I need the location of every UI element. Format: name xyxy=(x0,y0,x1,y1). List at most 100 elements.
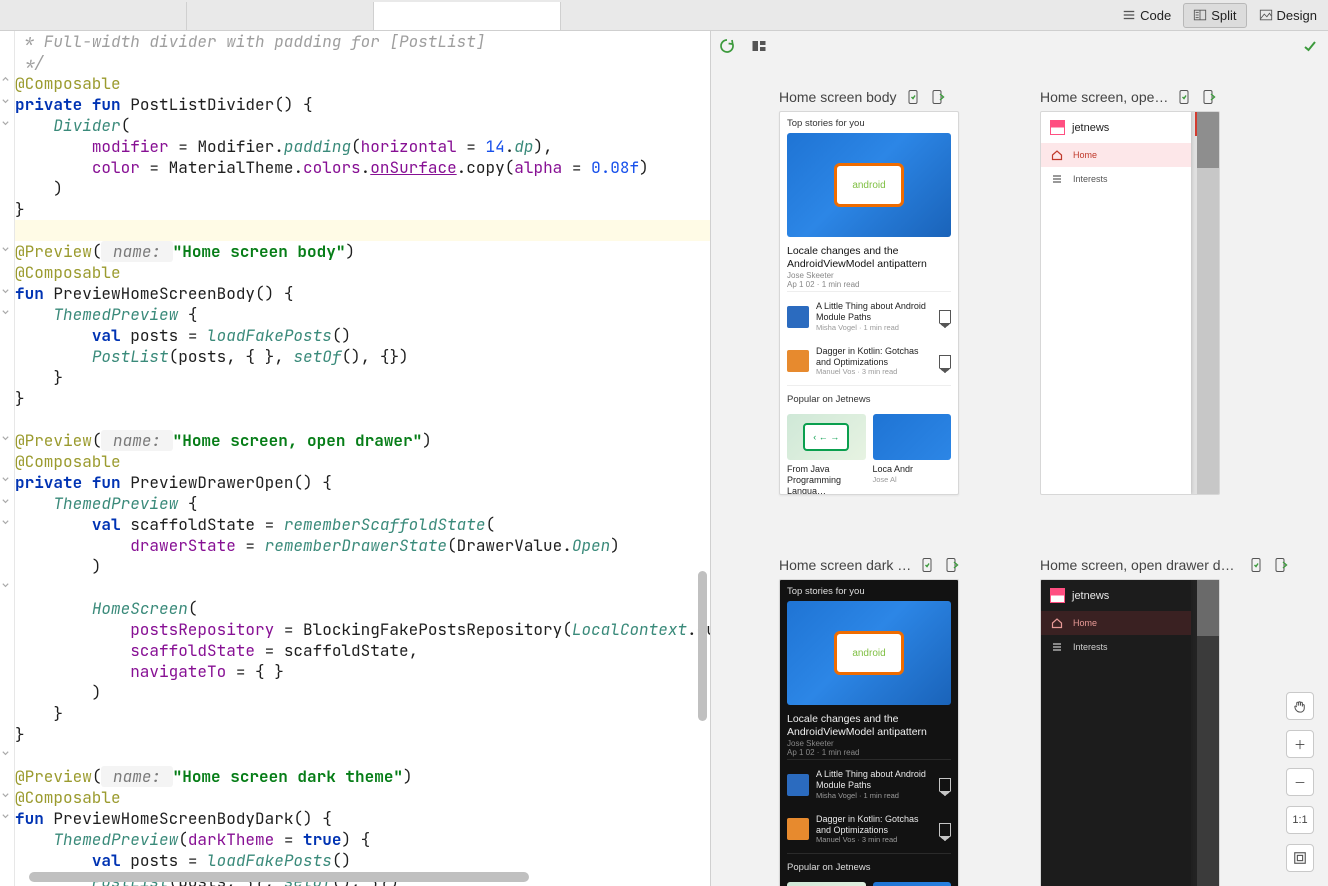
compose-preview-pane: Home screen body Top stories for you and… xyxy=(711,31,1328,886)
current-line-highlight xyxy=(15,220,710,241)
bookmark-icon xyxy=(939,310,951,323)
drawer-item-interests: Interests xyxy=(1041,635,1191,659)
nav-drawer: jetnews Home Interests xyxy=(1041,112,1191,494)
preview-device[interactable]: jetnews Home Interests xyxy=(1040,579,1220,886)
zoom-out-button[interactable]: － xyxy=(1286,768,1314,796)
fold-icon[interactable] xyxy=(1,115,10,124)
interactive-icon[interactable] xyxy=(1200,89,1216,105)
preview-title: Home screen, ope… xyxy=(1040,89,1168,105)
gutter xyxy=(0,31,15,886)
hero-image: android xyxy=(787,133,951,237)
preview-home-screen-body: Home screen body Top stories for you and… xyxy=(779,89,992,495)
status-ok-icon[interactable] xyxy=(1302,38,1318,57)
interactive-icon[interactable] xyxy=(943,557,959,573)
zoom-reset-button[interactable]: 1:1 xyxy=(1286,806,1314,834)
fold-icon[interactable] xyxy=(1,787,10,796)
interactive-icon[interactable] xyxy=(929,89,945,105)
drawer-item-home: Home xyxy=(1041,611,1191,635)
section-header: Popular on Jetnews xyxy=(780,856,958,877)
scroll-track xyxy=(1197,580,1219,886)
fold-icon[interactable] xyxy=(1,808,10,817)
preview-device[interactable]: Top stories for you android Locale chang… xyxy=(779,111,959,495)
image-icon xyxy=(1259,8,1273,22)
preview-title: Home screen body xyxy=(779,89,897,105)
preview-title: Home screen, open drawer dar… xyxy=(1040,557,1240,573)
drawer-item-interests: Interests xyxy=(1041,167,1191,191)
fold-icon[interactable] xyxy=(1,577,10,586)
preview-device[interactable]: Top stories for you android Locale chang… xyxy=(779,579,959,886)
app-name: jetnews xyxy=(1072,590,1109,602)
list-item: Dagger in Kotlin: Gotchas and Optimizati… xyxy=(780,807,958,852)
deploy-icon[interactable] xyxy=(919,557,935,573)
fold-icon[interactable] xyxy=(1,71,10,80)
fold-icon[interactable] xyxy=(1,304,10,313)
android-word: android xyxy=(834,163,904,207)
app-logo-icon xyxy=(1050,588,1065,603)
deploy-icon[interactable] xyxy=(1248,557,1264,573)
view-mode-label: Design xyxy=(1277,8,1317,23)
preview-title: Home screen dark … xyxy=(779,557,911,573)
fold-icon[interactable] xyxy=(1,471,10,480)
view-mode-code[interactable]: Code xyxy=(1112,3,1181,28)
popular-card xyxy=(873,882,952,886)
tab-slot[interactable] xyxy=(187,2,374,30)
drawer-item-home: Home xyxy=(1041,143,1191,167)
bookmark-icon xyxy=(939,355,951,368)
hero-image: android xyxy=(787,601,951,705)
list-icon xyxy=(1051,173,1063,185)
popular-card: ‹ ← → xyxy=(787,882,866,886)
fold-icon[interactable] xyxy=(1,430,10,439)
list-item: A Little Thing about Android Module Path… xyxy=(780,294,958,339)
view-mode-split[interactable]: Split xyxy=(1183,3,1246,28)
editor-tab-bar: Code Split Design xyxy=(0,0,1328,31)
popular-card: Loca AndrJose Al xyxy=(873,414,952,495)
app-logo-icon xyxy=(1050,120,1065,135)
preview-home-screen-dark: Home screen dark … Top stories for you a… xyxy=(779,557,992,886)
surface-layout-icon[interactable] xyxy=(751,38,767,54)
deploy-icon[interactable] xyxy=(1176,89,1192,105)
split-icon xyxy=(1193,8,1207,22)
view-mode-label: Split xyxy=(1211,8,1236,23)
code-editor-pane: 4 * Full-width divider with padding for … xyxy=(0,31,711,886)
tab-slot[interactable] xyxy=(0,2,187,30)
fold-icon[interactable] xyxy=(1,493,10,502)
list-item: Dagger in Kotlin: Gotchas and Optimizati… xyxy=(780,339,958,384)
vertical-scrollbar[interactable] xyxy=(698,571,707,721)
view-mode-label: Code xyxy=(1140,8,1171,23)
preview-zoom-controls: ＋ － 1:1 xyxy=(1286,692,1314,872)
android-word: android xyxy=(834,631,904,675)
pan-button[interactable] xyxy=(1286,692,1314,720)
fold-icon[interactable] xyxy=(1,283,10,292)
popular-card: ‹ ← →From Java Programming Langua…Pablin… xyxy=(787,414,866,495)
list-icon xyxy=(1122,8,1136,22)
horizontal-scrollbar[interactable] xyxy=(29,872,704,882)
fold-icon[interactable] xyxy=(1,745,10,754)
bookmark-icon xyxy=(939,823,951,836)
zoom-in-button[interactable]: ＋ xyxy=(1286,730,1314,758)
zoom-fit-button[interactable] xyxy=(1286,844,1314,872)
preview-device[interactable]: jetnews Home Interests xyxy=(1040,111,1220,495)
fold-icon[interactable] xyxy=(1,514,10,523)
preview-home-screen-open-drawer: Home screen, ope… jetnews Home xyxy=(1040,89,1288,495)
section-header: Popular on Jetnews xyxy=(780,388,958,409)
section-header: Top stories for you xyxy=(780,112,958,133)
fold-icon[interactable] xyxy=(1,241,10,250)
list-icon xyxy=(1051,641,1063,653)
scroll-track xyxy=(1197,112,1219,494)
refresh-icon[interactable] xyxy=(719,38,735,54)
view-mode-design[interactable]: Design xyxy=(1249,3,1327,28)
post-title: Locale changes and the AndroidViewModel … xyxy=(780,705,958,739)
bookmark-icon xyxy=(939,778,951,791)
deploy-icon[interactable] xyxy=(905,89,921,105)
section-header: Top stories for you xyxy=(780,580,958,601)
app-name: jetnews xyxy=(1072,122,1109,134)
home-icon xyxy=(1051,149,1063,161)
post-title: Locale changes and the AndroidViewModel … xyxy=(780,237,958,271)
list-item: A Little Thing about Android Module Path… xyxy=(780,762,958,807)
preview-home-screen-open-drawer-dark: Home screen, open drawer dar… jetnews Ho… xyxy=(1040,557,1288,886)
code-editor[interactable]: * Full-width divider with padding for [P… xyxy=(15,31,710,886)
fold-icon[interactable] xyxy=(1,93,10,102)
home-icon xyxy=(1051,617,1063,629)
tab-slot[interactable] xyxy=(374,2,561,30)
interactive-icon[interactable] xyxy=(1272,557,1288,573)
